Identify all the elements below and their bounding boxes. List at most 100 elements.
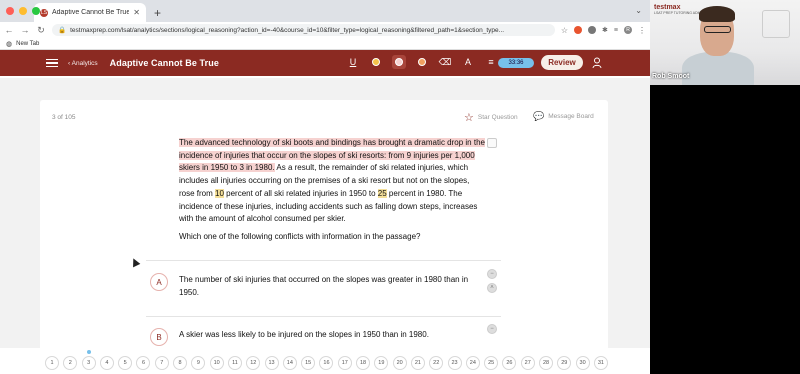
page-button[interactable]: 12 — [246, 356, 261, 370]
tab-menu-chevron-icon[interactable]: ⌄ — [635, 6, 642, 15]
highlight-yellow-tool[interactable] — [369, 55, 383, 69]
logo-text: testmax — [654, 4, 681, 11]
page-button[interactable]: 21 — [410, 356, 425, 370]
presenter-hair — [699, 6, 735, 22]
extension-icon-gray[interactable] — [588, 26, 597, 34]
hamburger-menu-icon[interactable] — [46, 58, 58, 68]
star-question-button[interactable]: ☆ Star Question — [464, 111, 518, 124]
page-button[interactable]: 30 — [575, 356, 590, 370]
highlight-pink-tool[interactable] — [392, 55, 406, 69]
highlight-orange-tool[interactable] — [415, 55, 429, 69]
question-stem: Which one of the following conflicts wit… — [179, 232, 421, 241]
page-button[interactable]: 22 — [429, 356, 444, 370]
tab-favicon: LS — [40, 8, 48, 17]
sort-lines-icon[interactable]: ≡ — [484, 55, 498, 69]
timer-badge[interactable]: 33:36 — [498, 58, 534, 68]
page-button[interactable]: 11 — [227, 356, 242, 370]
message-board-button[interactable]: 💬 Message Board — [533, 111, 594, 122]
reload-icon[interactable]: ↻ — [36, 25, 46, 36]
page-button[interactable]: 14 — [282, 356, 297, 370]
new-tab-icon[interactable]: + — [154, 6, 161, 20]
maximize-window-button[interactable] — [32, 7, 40, 15]
page-button[interactable]: 25 — [484, 356, 499, 370]
annotation-toolbar: U ⌫ A ≡ — [346, 55, 498, 69]
presenter-glasses — [704, 26, 731, 33]
page-button[interactable]: 9 — [191, 356, 206, 370]
page-button[interactable]: 13 — [264, 356, 279, 370]
back-to-analytics-link[interactable]: ‹ Analytics — [68, 60, 98, 67]
url-field[interactable]: 🔒 testmaxprep.com/lsat/analytics/section… — [52, 24, 555, 36]
page-button[interactable]: 7 — [154, 356, 169, 370]
choice-text: The number of ski injuries that occurred… — [179, 275, 469, 297]
extension-icon-red[interactable] — [574, 26, 583, 34]
tab-bar: LS Adaptive Cannot Be True ✕ + ⌄ — [0, 0, 650, 22]
passage-highlight-num2: 25 — [377, 188, 387, 198]
close-window-button[interactable] — [6, 7, 14, 15]
back-link-label: Analytics — [71, 59, 98, 67]
page-button[interactable]: 2 — [63, 356, 78, 370]
extension-icons: ☆ ✱ ≡ R ⋮ — [561, 26, 646, 35]
page-button[interactable]: 27 — [520, 356, 535, 370]
page-button[interactable]: 10 — [209, 356, 224, 370]
eliminate-choice-a-icon[interactable]: − — [487, 269, 497, 279]
star-icon: ☆ — [464, 112, 474, 124]
more-menu-icon[interactable]: ⋮ — [638, 26, 646, 35]
globe-icon: ◍ — [6, 40, 13, 48]
presenter-name-bar: Rob Smoot — [650, 73, 800, 85]
passage-text-2: percent of all ski related injuries in 1… — [223, 188, 378, 198]
page-button[interactable]: 19 — [374, 356, 389, 370]
choice-divider — [146, 316, 501, 317]
answer-choice-b[interactable]: B A skier was less likely to be injured … — [150, 328, 479, 346]
puzzle-icon[interactable]: ✱ — [602, 26, 608, 34]
page-button[interactable]: 8 — [173, 356, 188, 370]
tab-title: Adaptive Cannot Be True — [52, 9, 130, 16]
choice-letter: B — [150, 328, 168, 346]
page-button[interactable]: 20 — [392, 356, 407, 370]
page-button[interactable]: 17 — [337, 356, 352, 370]
scales-of-justice-icon — [762, 10, 790, 38]
eliminate-choice-b-icon[interactable]: − — [487, 324, 497, 334]
question-pager: 1 2 3 4 5 6 7 8 9 10 11 12 13 14 15 16 17 18 19 20 21 22 23 24 2… — [45, 356, 608, 370]
page-button[interactable]: 5 — [118, 356, 133, 370]
choice-divider — [146, 260, 501, 261]
collapse-choice-a-icon[interactable]: ˄ — [487, 283, 497, 293]
page-button[interactable]: 31 — [593, 356, 608, 370]
choice-letter: A — [150, 273, 168, 291]
page-button[interactable]: 23 — [447, 356, 462, 370]
passage: The advanced technology of ski boots and… — [179, 137, 485, 226]
choice-text: A skier was less likely to be injured on… — [179, 330, 429, 339]
page-button[interactable]: 1 — [45, 356, 59, 370]
page-button[interactable]: 3 — [81, 356, 96, 370]
star-question-label: Star Question — [477, 114, 518, 121]
page-button[interactable]: 15 — [301, 356, 316, 370]
review-button[interactable]: Review — [541, 55, 583, 70]
reading-list-icon[interactable]: ≡ — [614, 27, 618, 34]
bookmark-new-tab[interactable]: New Tab — [16, 41, 39, 47]
back-arrow-icon[interactable]: ← — [4, 25, 14, 35]
page-button[interactable]: 28 — [539, 356, 554, 370]
forward-arrow-icon[interactable]: → — [20, 25, 30, 35]
question-counter: 3 of 105 — [52, 114, 76, 121]
flag-icon[interactable] — [487, 138, 497, 148]
answer-choice-a[interactable]: A The number of ski injuries that occurr… — [150, 273, 479, 299]
chat-bubbles-icon: 💬 — [533, 111, 545, 121]
page-button[interactable]: 18 — [356, 356, 371, 370]
window-controls — [6, 7, 40, 15]
page-button[interactable]: 29 — [557, 356, 572, 370]
browser-tab[interactable]: LS Adaptive Cannot Be True ✕ — [34, 3, 146, 22]
page-button[interactable]: 16 — [319, 356, 334, 370]
page-title: Adaptive Cannot Be True — [109, 58, 219, 68]
page-button[interactable]: 4 — [99, 356, 114, 370]
underline-tool-icon[interactable]: U — [346, 55, 360, 69]
message-board-label: Message Board — [548, 113, 594, 120]
bookmark-star-icon[interactable]: ☆ — [561, 26, 568, 35]
minimize-window-button[interactable] — [19, 7, 27, 15]
tab-close-icon[interactable]: ✕ — [133, 8, 140, 17]
page-button[interactable]: 26 — [502, 356, 517, 370]
eraser-icon[interactable]: ⌫ — [438, 55, 452, 69]
user-icon[interactable] — [592, 57, 602, 69]
page-button[interactable]: 6 — [136, 356, 151, 370]
font-size-icon[interactable]: A — [461, 55, 475, 69]
profile-avatar[interactable]: R — [624, 26, 632, 34]
page-button[interactable]: 24 — [465, 356, 480, 370]
